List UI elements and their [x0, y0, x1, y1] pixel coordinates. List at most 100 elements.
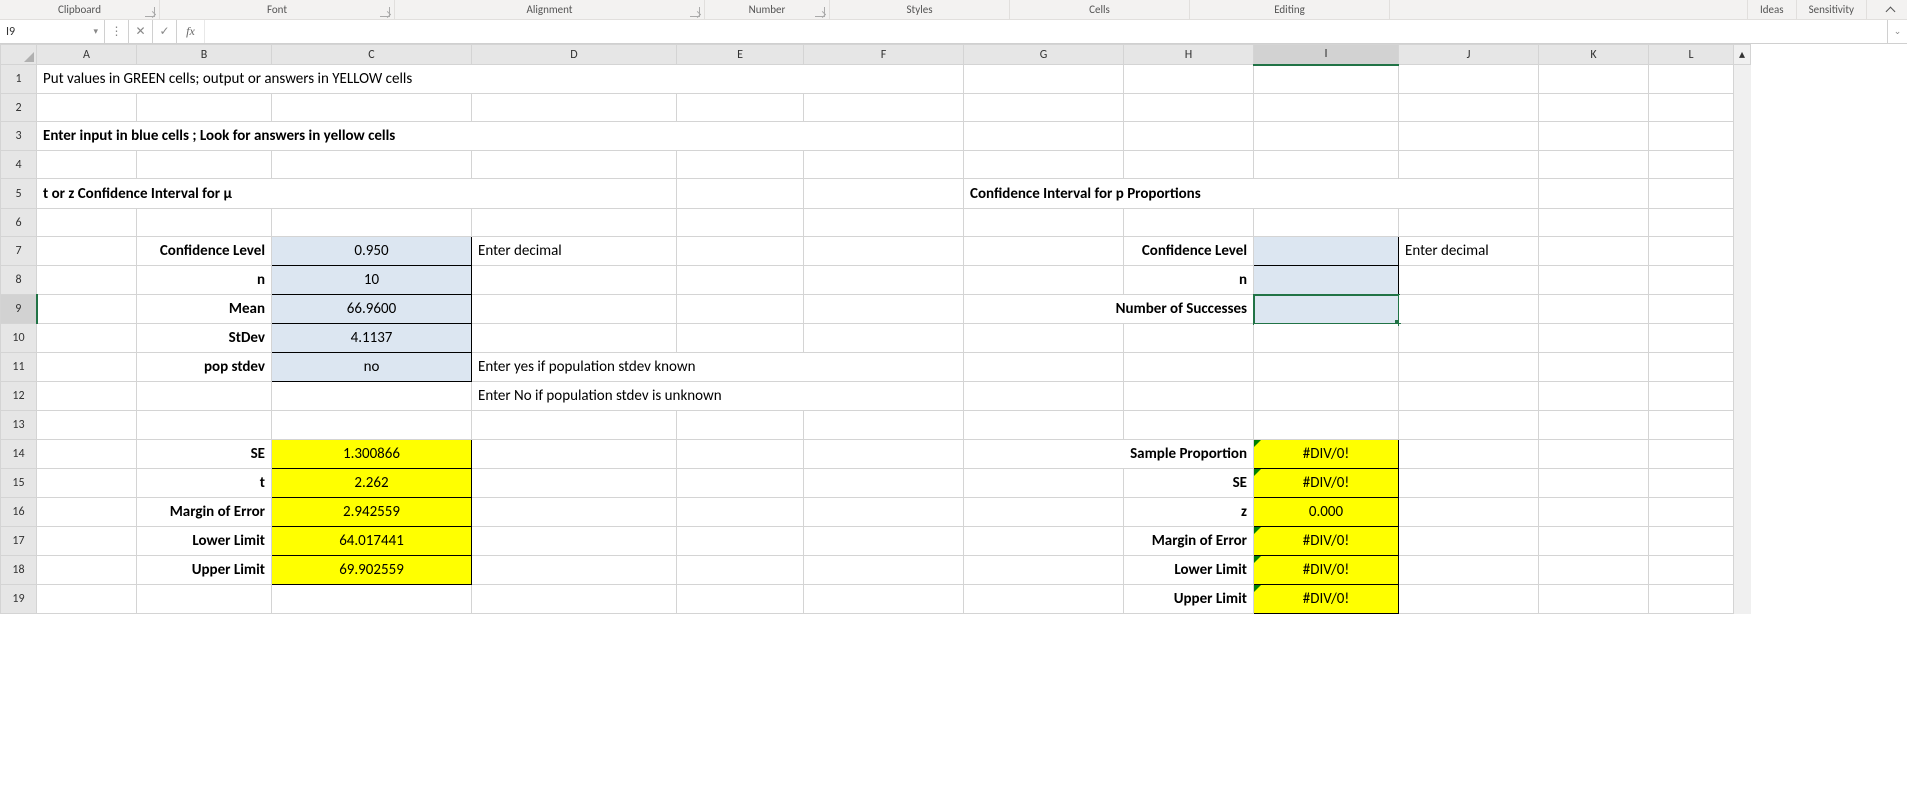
cell-D19[interactable] — [472, 585, 677, 614]
cell-J17[interactable] — [1399, 527, 1539, 556]
cell-K3[interactable] — [1539, 122, 1649, 151]
cell-B8[interactable]: n — [137, 266, 272, 295]
cell-J18[interactable] — [1399, 556, 1539, 585]
cell-J1[interactable] — [1399, 65, 1539, 94]
cell-I1[interactable] — [1254, 65, 1399, 94]
vscroll-track[interactable] — [1734, 179, 1751, 209]
cell-C2[interactable] — [272, 94, 472, 122]
ribbon-group-alignment[interactable]: Alignment — [395, 0, 705, 19]
vscroll-track[interactable] — [1734, 353, 1751, 382]
cell-G4[interactable] — [964, 151, 1124, 179]
cell-J15[interactable] — [1399, 469, 1539, 498]
column-header-A[interactable]: A — [37, 45, 137, 65]
cell-G16[interactable] — [964, 498, 1124, 527]
cell-A13[interactable] — [37, 411, 137, 440]
row-header-12[interactable]: 12 — [1, 382, 37, 411]
cell-D15[interactable] — [472, 469, 677, 498]
cell-I18[interactable]: #DIV/0! — [1254, 556, 1399, 585]
cell-A14[interactable] — [37, 440, 137, 469]
column-header-D[interactable]: D — [472, 45, 677, 65]
vscroll-track[interactable] — [1734, 440, 1751, 469]
cell-J11[interactable] — [1399, 353, 1539, 382]
cell-K18[interactable] — [1539, 556, 1649, 585]
cell-J2[interactable] — [1399, 94, 1539, 122]
ribbon-group-cells[interactable]: Cells — [1010, 0, 1190, 19]
cell-I14[interactable]: #DIV/0! — [1254, 440, 1399, 469]
cell-J10[interactable] — [1399, 324, 1539, 353]
cell-E8[interactable] — [677, 266, 804, 295]
cell-I3[interactable] — [1254, 122, 1399, 151]
cell-L5[interactable] — [1649, 179, 1734, 209]
select-all-corner[interactable] — [1, 45, 37, 65]
cell-F17[interactable] — [804, 527, 964, 556]
cell-B9[interactable]: Mean — [137, 295, 272, 324]
cell-C8[interactable]: 10 — [272, 266, 472, 295]
cell-C15[interactable]: 2.262 — [272, 469, 472, 498]
cell-L17[interactable] — [1649, 527, 1734, 556]
cell-J7[interactable]: Enter decimal — [1399, 237, 1539, 266]
row-header-19[interactable]: 19 — [1, 585, 37, 614]
dialog-launcher-icon[interactable] — [815, 7, 825, 17]
cell-K8[interactable] — [1539, 266, 1649, 295]
cell-E4[interactable] — [677, 151, 804, 179]
cell-G18[interactable] — [964, 556, 1124, 585]
formula-input[interactable] — [205, 20, 1887, 43]
cell-D14[interactable] — [472, 440, 677, 469]
cell-L8[interactable] — [1649, 266, 1734, 295]
cell-H19[interactable]: Upper Limit — [1124, 585, 1254, 614]
row-header-5[interactable]: 5 — [1, 179, 37, 209]
cell-A12[interactable] — [37, 382, 137, 411]
ribbon-group-font[interactable]: Font — [160, 0, 395, 19]
cell-F5[interactable] — [804, 179, 964, 209]
row-header-16[interactable]: 16 — [1, 498, 37, 527]
cell-D9[interactable] — [472, 295, 677, 324]
cell-E7[interactable] — [677, 237, 804, 266]
cell-I15[interactable]: #DIV/0! — [1254, 469, 1399, 498]
cell-K1[interactable] — [1539, 65, 1649, 94]
vscroll-track[interactable] — [1734, 382, 1751, 411]
cell-B11[interactable]: pop stdev — [137, 353, 272, 382]
dialog-launcher-icon[interactable] — [380, 7, 390, 17]
cell-G17[interactable] — [964, 527, 1124, 556]
cell-D13[interactable] — [472, 411, 677, 440]
cell-I6[interactable] — [1254, 209, 1399, 237]
cell-B13[interactable] — [137, 411, 272, 440]
cell-G19[interactable] — [964, 585, 1124, 614]
cell-F6[interactable] — [804, 209, 964, 237]
cell-B14[interactable]: SE — [137, 440, 272, 469]
cell-F2[interactable] — [804, 94, 964, 122]
cell-J13[interactable] — [1399, 411, 1539, 440]
column-header-K[interactable]: K — [1539, 45, 1649, 65]
name-box[interactable]: I9 ▾ — [0, 20, 105, 43]
cell-G7[interactable] — [964, 237, 1124, 266]
column-header-H[interactable]: H — [1124, 45, 1254, 65]
cell-K13[interactable] — [1539, 411, 1649, 440]
cell-E16[interactable] — [677, 498, 804, 527]
row-header-3[interactable]: 3 — [1, 122, 37, 151]
cell-L9[interactable] — [1649, 295, 1734, 324]
cell-A10[interactable] — [37, 324, 137, 353]
cell-B6[interactable] — [137, 209, 272, 237]
cell-J14[interactable] — [1399, 440, 1539, 469]
vscroll-track[interactable] — [1734, 527, 1751, 556]
cell-A2[interactable] — [37, 94, 137, 122]
cell-K5[interactable] — [1539, 179, 1649, 209]
cell-A1[interactable]: Put values in GREEN cells; output or ans… — [37, 65, 964, 94]
cell-J12[interactable] — [1399, 382, 1539, 411]
cell-B18[interactable]: Upper Limit — [137, 556, 272, 585]
cell-J16[interactable] — [1399, 498, 1539, 527]
row-header-14[interactable]: 14 — [1, 440, 37, 469]
vscroll-track[interactable] — [1734, 266, 1751, 295]
cell-B19[interactable] — [137, 585, 272, 614]
cell-I4[interactable] — [1254, 151, 1399, 179]
cell-G5[interactable]: Confidence Interval for p Proportions — [964, 179, 1539, 209]
ribbon-group-editing[interactable]: Editing — [1190, 0, 1390, 19]
cell-G1[interactable] — [964, 65, 1124, 94]
cell-C4[interactable] — [272, 151, 472, 179]
fx-icon[interactable]: fx — [177, 20, 205, 43]
cell-B4[interactable] — [137, 151, 272, 179]
cell-K15[interactable] — [1539, 469, 1649, 498]
cell-J8[interactable] — [1399, 266, 1539, 295]
cell-G2[interactable] — [964, 94, 1124, 122]
column-header-I[interactable]: I — [1254, 45, 1399, 65]
